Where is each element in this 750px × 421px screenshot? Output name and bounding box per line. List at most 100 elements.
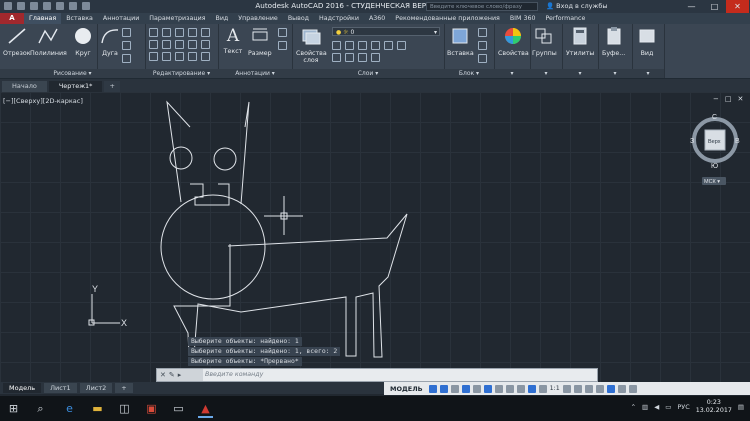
layer-prev-icon[interactable] [397,41,406,50]
otrack-toggle-icon[interactable] [494,384,503,393]
viewcube-south[interactable]: Ю [711,163,718,170]
command-customize-icon[interactable]: ✎ [169,371,175,379]
transparency-toggle-icon[interactable] [516,384,525,393]
annotation-scale[interactable]: 1:1 [550,385,560,392]
input-language[interactable]: РУС [677,403,689,411]
tab-performance[interactable]: Performance [540,13,590,24]
store-icon[interactable]: ◫ [117,401,132,416]
minimize-button[interactable]: — [680,0,703,13]
explode-icon[interactable] [188,40,197,49]
lineweight-toggle-icon[interactable] [505,384,514,393]
annotation-visibility-icon[interactable] [538,384,547,393]
isodraft-toggle-icon[interactable] [472,384,481,393]
break-icon[interactable] [188,52,197,61]
view-panel-expand[interactable]: ▾ [632,69,664,78]
copy-icon[interactable] [149,40,158,49]
layer-dropdown[interactable]: ● ☼ 0 ▾ [332,27,440,36]
tab-annotate[interactable]: Аннотации [98,13,144,24]
viewcube-north[interactable]: С [712,114,717,121]
block-create-icon[interactable] [478,28,487,37]
insert-block-button[interactable]: Вставка [447,26,474,57]
groups-button[interactable]: Группы [532,26,557,57]
clipboard-panel-expand[interactable]: ▾ [598,69,632,78]
block-attr-icon[interactable] [478,54,487,63]
battery-icon[interactable]: ▭ [665,403,671,411]
draw-panel-title[interactable]: Рисование ▾ [0,69,145,78]
join-icon[interactable] [201,52,210,61]
mirror-icon[interactable] [162,40,171,49]
wcs-menu[interactable]: МСК ▾ [704,179,720,185]
tab-bim360[interactable]: BIM 360 [505,13,541,24]
tab-insert[interactable]: Вставка [61,13,98,24]
line-button[interactable]: Отрезок [3,26,31,57]
annotation-panel-title[interactable]: Аннотации ▾ [218,69,292,78]
command-prompt-icon[interactable]: ▸ [178,371,182,379]
viewcube-top-label[interactable]: Верх [708,139,721,145]
leader-icon[interactable] [278,28,287,37]
windows-start-icon[interactable]: ⊞ [6,401,21,416]
table-icon[interactable] [278,41,287,50]
array-icon[interactable] [175,52,184,61]
application-menu-button[interactable]: A [0,13,24,24]
tab-output[interactable]: Вывод [283,13,314,24]
scale-icon[interactable] [162,52,171,61]
layer-iso-icon[interactable] [371,41,380,50]
gradient-icon[interactable] [122,54,131,63]
app-icon-red[interactable]: ▣ [144,401,159,416]
layers-panel-title[interactable]: Слои ▾ [292,69,444,78]
tab-drawing1[interactable]: Чертеж1* [48,81,103,92]
customization-menu-icon[interactable] [628,384,637,393]
command-input-placeholder[interactable]: Введите команду [205,369,263,381]
utilities-button[interactable]: Утилиты [566,26,594,57]
modify-panel-title[interactable]: Редактирование ▾ [145,69,218,78]
workspace-gear-icon[interactable] [562,384,571,393]
layer-properties-button[interactable]: Свойства слоя [296,26,327,64]
layer-lock-icon[interactable] [358,41,367,50]
show-hidden-icons-icon[interactable]: ⌃ [631,403,636,411]
offset-icon[interactable] [201,40,210,49]
modify-more-icon[interactable] [201,28,210,37]
move-icon[interactable] [149,28,158,37]
polyline-button[interactable]: Полилиния [30,26,67,57]
rotate-icon[interactable] [162,28,171,37]
volume-icon[interactable]: ◀ [654,403,659,411]
osnap-toggle-icon[interactable] [483,384,492,393]
tab-start[interactable]: Начало [2,81,47,92]
polar-toggle-icon[interactable] [461,384,470,393]
viewcube-east[interactable]: В [735,138,740,145]
snap-toggle-icon[interactable] [439,384,448,393]
properties-panel-expand[interactable]: ▾ [494,69,530,78]
tab-layout2[interactable]: Лист2 [79,383,113,393]
arc-button[interactable]: Дуга [99,26,121,57]
annotation-monitor-icon[interactable] [573,384,582,393]
tab-featured-apps[interactable]: Рекомендованные приложения [390,13,505,24]
search-icon[interactable]: ⌕ [33,401,48,416]
groups-panel-expand[interactable]: ▾ [530,69,562,78]
stretch-icon[interactable] [149,52,158,61]
layer-on-icon[interactable] [332,41,341,50]
viewcube-west[interactable]: З [690,138,694,145]
model-space-toggle[interactable]: МОДЕЛЬ [387,385,426,393]
layer-state-icon[interactable] [371,53,380,62]
tab-a360[interactable]: A360 [364,13,390,24]
clipboard-button[interactable]: Буфе... [602,26,625,57]
hardware-acceleration-icon[interactable] [606,384,615,393]
erase-icon[interactable] [188,28,197,37]
circle-button[interactable]: Круг [72,26,94,57]
quick-properties-icon[interactable] [595,384,604,393]
search-input[interactable]: Введите ключевое слово/фразу [426,2,538,11]
signin-button[interactable]: 👤 Вход в службы [546,2,607,10]
tab-home[interactable]: Главная [24,13,62,24]
block-edit-icon[interactable] [478,41,487,50]
tab-parametric[interactable]: Параметризация [144,13,210,24]
tab-layout1[interactable]: Лист1 [44,383,77,393]
autocad-taskbar-icon[interactable]: ▲ [198,401,213,418]
selection-cycling-icon[interactable] [527,384,536,393]
properties-button[interactable]: Свойства [498,26,529,57]
dimension-button[interactable]: Размер [248,26,272,57]
new-layout-button[interactable]: + [115,383,133,393]
new-tab-button[interactable]: + [104,81,120,92]
command-line[interactable]: ✕ ✎ ▸ Введите команду [156,368,598,382]
layer-merge-icon[interactable] [345,53,354,62]
tab-model[interactable]: Модель [3,383,42,393]
